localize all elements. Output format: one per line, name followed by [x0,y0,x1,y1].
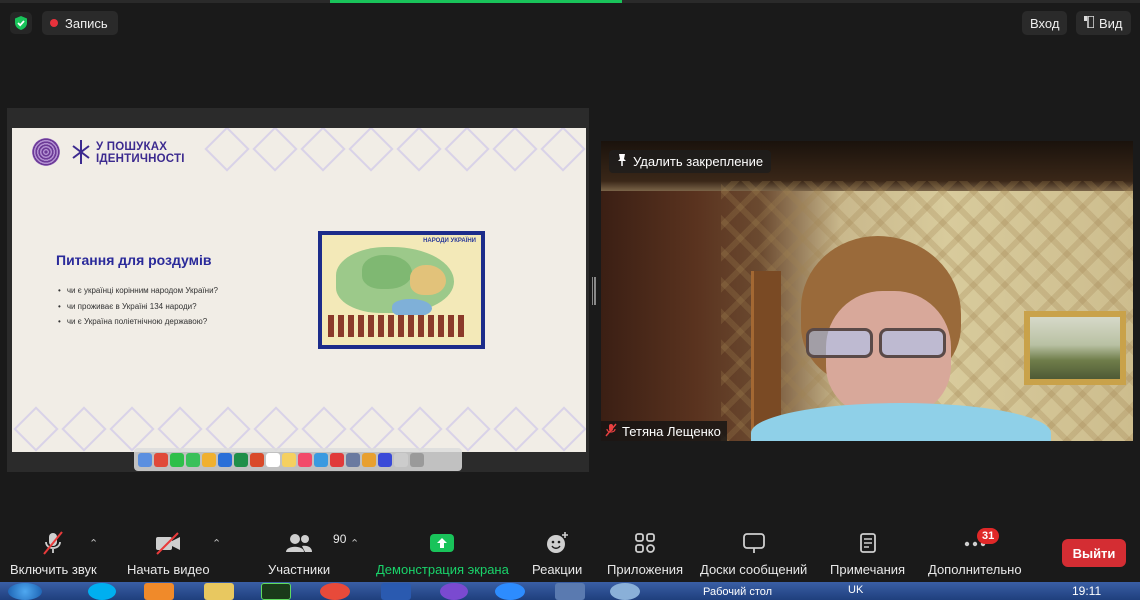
logo-line-2: ІДЕНТИЧНОСТІ [96,153,185,165]
apps-button[interactable]: Приложения [607,530,683,577]
desktop-toolbar-label[interactable]: Рабочий стол [703,586,772,598]
start-button-icon[interactable] [8,583,42,600]
whiteboards-label: Доски сообщений [700,562,808,577]
view-label: Вид [1099,15,1123,31]
leave-meeting-button[interactable]: Выйти [1062,539,1126,567]
start-video-label: Начать видео [127,562,210,577]
taskbar-clock[interactable]: 19:11 [1072,584,1101,598]
skype-icon[interactable] [88,583,116,600]
windows-taskbar: Рабочий стол UK 19:11 [0,582,1140,600]
unpin-button[interactable]: Удалить закрепление [609,150,772,173]
ukraine-peoples-map: НАРОДИ УКРАЇНИ [318,231,485,349]
participants-count: 90 [333,532,347,546]
folder-icon[interactable] [204,583,234,600]
record-dot-icon [50,19,58,27]
security-shield-icon[interactable] [10,12,32,34]
language-indicator[interactable]: UK [848,584,863,596]
view-grid-icon [1084,14,1095,31]
dreamweaver-icon[interactable] [261,583,291,600]
participant-video[interactable] [601,141,1133,441]
participants-button[interactable]: 90 Участники [268,530,346,577]
slide-title: Питання для роздумів [56,252,212,268]
record-label: Запись [65,15,108,31]
view-button[interactable]: Вид [1076,11,1131,35]
bottom-diamond-pattern [13,406,586,452]
video-options-caret-icon[interactable]: ⌃ [212,537,221,550]
top-progress-line [0,0,1140,3]
audio-options-caret-icon[interactable]: ⌃ [89,537,98,550]
muted-microphone-icon [40,530,66,556]
top-diamond-pattern [204,128,586,172]
zoom-icon[interactable] [495,583,525,600]
participants-label: Участники [268,562,331,577]
wall-painting [1024,311,1126,385]
signin-label: Вход [1030,15,1060,31]
bullet-item: чи є українці корінним народом України? [58,283,218,299]
start-video-button[interactable]: Начать видео [127,530,210,577]
share-screen-button[interactable]: Демонстрация экрана [376,530,509,577]
logo-mark-icon [68,138,94,166]
participants-options-caret-icon[interactable]: ⌃ [350,537,359,550]
signin-button[interactable]: Вход [1022,11,1068,35]
shared-screen-dock [134,448,462,471]
app-orange-icon[interactable] [144,583,174,600]
map-title: НАРОДИ УКРАЇНИ [423,238,476,244]
more-button[interactable]: Дополнительно [928,530,1022,577]
share-screen-label: Демонстрация экрана [376,562,509,577]
more-label: Дополнительно [928,562,1022,577]
participants-icon: 90 [285,530,346,556]
unmute-label: Включить звук [10,562,97,577]
apps-label: Приложения [607,562,684,577]
bullet-item: чи є Україна поліетнічною державою? [58,314,218,330]
bullet-item: чи проживає в Україні 134 народи? [58,299,218,315]
slide-bullet-list: чи є українці корінним народом України? … [58,283,218,330]
recording-indicator[interactable]: Запись [42,11,118,35]
video-off-icon [154,530,182,556]
share-screen-icon [429,530,455,556]
logo-circle-icon [32,138,60,166]
apps-icon [633,530,657,556]
unmute-button[interactable]: Включить звук [10,530,97,577]
reactions-button[interactable]: Реакции [532,530,582,577]
notes-label: Примечания [830,562,906,577]
split-divider-handle[interactable] [592,277,597,305]
whiteboard-icon [741,530,767,556]
pin-icon [617,153,627,170]
app-window-icon[interactable] [555,583,585,600]
chrome-icon[interactable] [320,583,350,600]
viber-icon[interactable] [440,583,468,600]
participant-name: Тетяна Лещенко [622,423,721,439]
presentation-slide: У ПОШУКАХ ІДЕНТИЧНОСТІ Питання для розду… [12,128,586,452]
word-icon[interactable] [381,583,411,600]
more-notification-badge: 31 [977,528,1000,544]
whiteboards-button[interactable]: Доски сообщений [700,530,807,577]
unpin-label: Удалить закрепление [633,154,764,169]
muted-mic-icon [605,423,617,440]
logo-line-1: У ПОШУКАХ [96,141,168,153]
participant-name-tag: Тетяна Лещенко [601,421,727,441]
paint-icon[interactable] [610,583,640,600]
reactions-smiley-icon [544,530,570,556]
reactions-label: Реакции [532,562,583,577]
logo-text: У ПОШУКАХ ІДЕНТИЧНОСТІ [96,141,185,165]
notes-icon [856,530,880,556]
active-speaker-indicator [330,0,622,3]
notes-button[interactable]: Примечания [830,530,905,577]
